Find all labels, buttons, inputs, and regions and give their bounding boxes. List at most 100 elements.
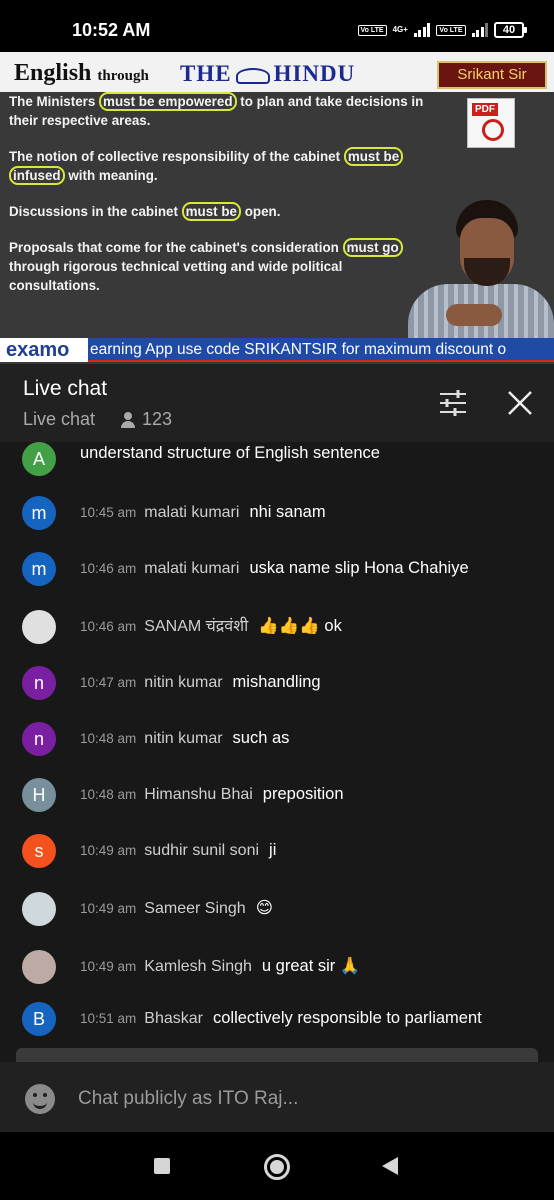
close-icon [508, 391, 532, 415]
message-author[interactable]: SANAM चंद्रवंशी [144, 618, 248, 635]
message-text: u great sir 🙏 [261, 957, 361, 975]
message-line: 10:46 am SANAM चंद्रवंशी 👍👍👍 ok [80, 615, 534, 638]
status-time: 10:52 AM [72, 20, 151, 40]
avatar[interactable]: m [22, 552, 56, 586]
chat-message[interactable]: 10:49 am Kamlesh Singh u great sir 🙏 [0, 942, 554, 992]
person-icon [120, 411, 136, 428]
message-author[interactable]: nitin kumar [144, 674, 222, 691]
chat-message[interactable]: n 10:48 am nitin kumar such as [0, 714, 554, 764]
message-timestamp: 10:48 am [80, 787, 137, 802]
home-button[interactable] [264, 1154, 290, 1180]
message-text: collectively responsible to parliament [213, 1009, 482, 1027]
message-timestamp: 10:45 am [80, 505, 137, 520]
chat-message[interactable]: s 10:49 am sudhir sunil soni ji [0, 826, 554, 876]
message-timestamp: 10:47 am [80, 675, 137, 690]
message-author[interactable]: Sameer Singh [144, 900, 245, 917]
system-nav-bar [0, 1132, 554, 1200]
message-line: 10:51 am Bhaskar collectively responsible … [80, 1007, 534, 1030]
pdf-icon: PDF [467, 98, 515, 148]
message-line: 10:45 am malati kumari nhi sanam [80, 501, 534, 524]
slide-paragraph: Discussions in the cabinet must be open. [9, 202, 281, 221]
volte-badge-sim2: Vo LTE [436, 24, 466, 36]
message-author[interactable]: sudhir sunil soni [144, 842, 259, 859]
message-text: uska name slip Hona Chahiye [249, 559, 469, 577]
avatar[interactable]: B [22, 1002, 56, 1036]
message-text: 😊 [255, 899, 273, 917]
back-button[interactable] [382, 1157, 398, 1175]
message-author[interactable]: Bhaskar [144, 1010, 203, 1027]
promo-ticker: examo earning App use code SRIKANTSIR fo… [0, 338, 554, 362]
message-timestamp: 10:49 am [80, 901, 137, 916]
message-line: 10:48 am Himanshu Bhai preposition [80, 783, 534, 806]
video-banner: English through THE HINDU Srikant Sir [0, 52, 554, 92]
emoji-picker-icon[interactable] [25, 1084, 55, 1114]
message-timestamp: 10:46 am [80, 619, 137, 634]
message-text: nhi sanam [249, 503, 326, 521]
message-text: 👍👍👍 ok [258, 617, 342, 635]
avatar[interactable]: A [22, 442, 56, 476]
message-timestamp: 10:48 am [80, 731, 137, 746]
message-timestamp: 10:49 am [80, 843, 137, 858]
slide-paragraph: The notion of collective responsibility … [9, 147, 429, 185]
examo-logo: examo [0, 338, 88, 362]
presenter-badge: Srikant Sir [437, 61, 547, 89]
message-author[interactable]: Himanshu Bhai [144, 786, 253, 803]
presenter-image [408, 192, 554, 344]
filter-settings-button[interactable] [436, 386, 470, 420]
status-bar: 10:52 AM Vo LTE 4G+ Vo LTE 40 [0, 0, 554, 52]
message-line: 10:49 am Sameer Singh 😊 [80, 897, 534, 920]
message-text: mishandling [232, 673, 321, 691]
message-timestamp: 10:49 am [80, 959, 137, 974]
recents-button[interactable] [154, 1158, 170, 1174]
close-chat-button[interactable] [503, 386, 537, 420]
brand-english: English through [14, 60, 149, 86]
chat-mode-selector[interactable]: Live chat [23, 409, 95, 430]
signal-icon [413, 23, 431, 37]
brand-hindu-logo: THE HINDU [180, 61, 356, 86]
message-author[interactable]: Kamlesh Singh [144, 958, 252, 975]
message-line: 10:49 am Kamlesh Singh u great sir 🙏 [80, 955, 534, 978]
message-author[interactable]: malati kumari [144, 504, 239, 521]
chat-message[interactable]: m 10:46 am malati kumari uska name slip Hon… [0, 544, 554, 594]
message-text-continued: understand structure of English sentence [80, 444, 380, 462]
avatar[interactable]: m [22, 496, 56, 530]
message-line: 10:49 am sudhir sunil soni ji [80, 839, 534, 862]
chat-message[interactable]: 10:46 am SANAM चंद्रवंशी 👍👍👍 ok [0, 602, 554, 652]
message-line: 10:47 am nitin kumar mishandling [80, 671, 534, 694]
message-text: such as [232, 729, 290, 747]
sliders-icon [440, 390, 466, 416]
battery-icon: 40 [494, 22, 527, 38]
avatar[interactable]: n [22, 666, 56, 700]
avatar[interactable] [22, 950, 56, 984]
chat-message[interactable]: m 10:45 am malati kumari nhi sanam [0, 488, 554, 538]
message-author[interactable]: malati kumari [144, 560, 239, 577]
chat-message[interactable]: A10:44 amAnirban Ghoshthis way very help… [0, 442, 554, 494]
chat-title: Live chat [23, 377, 108, 400]
slide-paragraph: The Ministers must be empowered to plan … [9, 92, 424, 128]
status-icons: Vo LTE 4G+ Vo LTE 40 [357, 22, 527, 38]
avatar[interactable] [22, 610, 56, 644]
slide-paragraph: Proposals that come for the cabinet's co… [9, 238, 429, 295]
ticker-text: earning App use code SRIKANTSIR for maxi… [90, 341, 507, 358]
chat-input[interactable] [78, 1085, 518, 1113]
chat-message[interactable]: H 10:48 am Himanshu Bhai preposition [0, 770, 554, 820]
avatar[interactable]: H [22, 778, 56, 812]
emblem-icon [235, 67, 270, 84]
chat-message[interactable]: 10:49 am Sameer Singh 😊 [0, 884, 554, 934]
avatar[interactable]: s [22, 834, 56, 868]
video-player[interactable]: English through THE HINDU Srikant Sir The… [0, 52, 554, 364]
message-text: ji [269, 841, 277, 859]
network-type: 4G+ [392, 25, 408, 34]
avatar[interactable] [22, 892, 56, 926]
chat-message[interactable]: B 10:51 am Bhaskar collectively responsible… [0, 994, 554, 1044]
signal-icon-sim2 [471, 23, 488, 37]
chat-message-list[interactable]: A10:44 amAnirban Ghoshthis way very help… [0, 442, 554, 1062]
message-line: 10:46 am malati kumari uska name slip Hona… [80, 557, 534, 580]
message-timestamp: 10:46 am [80, 561, 137, 576]
message-timestamp: 10:51 am [80, 1011, 137, 1026]
chat-message[interactable]: n 10:47 am nitin kumar mishandling [0, 658, 554, 708]
viewer-count: 123 [120, 409, 172, 430]
message-author[interactable]: nitin kumar [144, 730, 222, 747]
avatar[interactable]: n [22, 722, 56, 756]
message-line: 10:48 am nitin kumar such as [80, 727, 534, 750]
